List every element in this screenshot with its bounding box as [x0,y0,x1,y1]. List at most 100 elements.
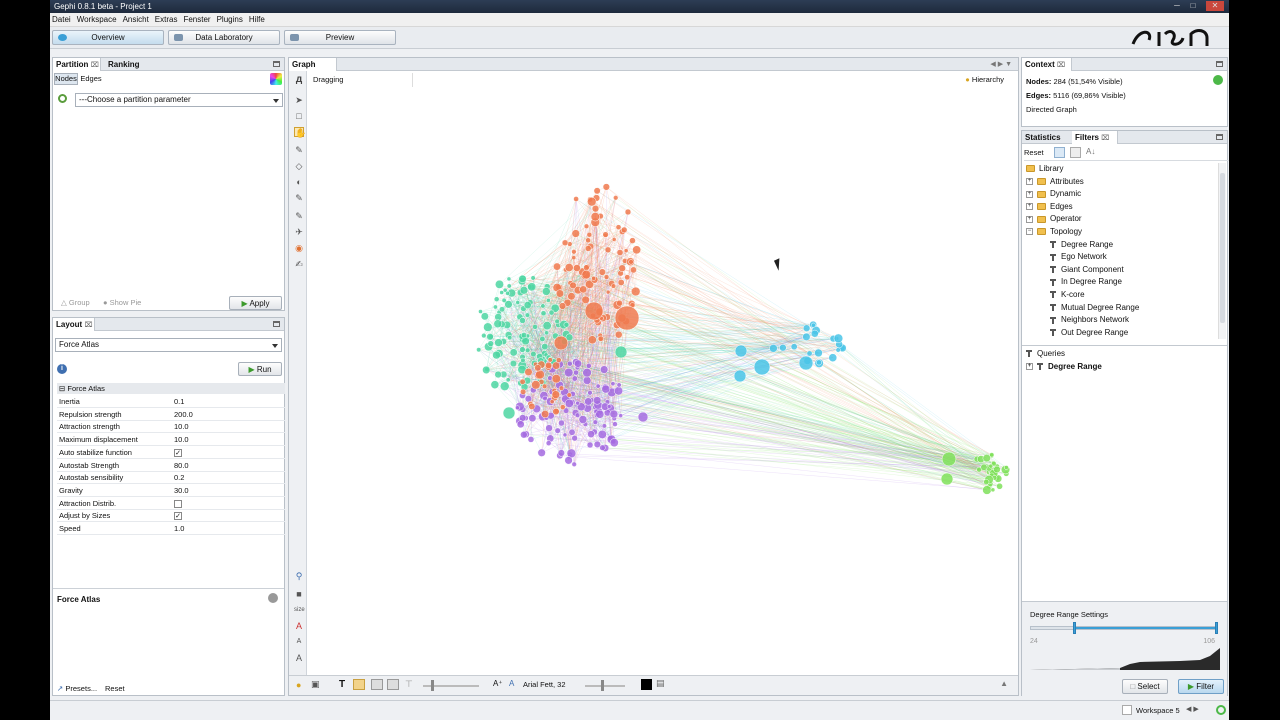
graph-node[interactable] [531,380,541,390]
graph-node[interactable] [585,237,591,244]
graph-node[interactable] [558,419,565,427]
light-icon[interactable]: ● [296,680,301,690]
graph-node[interactable] [628,259,634,265]
graph-node[interactable] [587,430,595,438]
graph-node[interactable] [541,410,550,419]
graph-node[interactable] [614,345,628,359]
expand-icon[interactable]: + [1026,190,1033,198]
library-scrollbar[interactable] [1218,163,1226,339]
drag-tool-icon[interactable]: ✋ [294,127,306,138]
camera-icon[interactable]: ▣ [311,679,320,690]
graph-node[interactable] [587,390,593,396]
graph-node[interactable] [581,295,590,304]
graph-node[interactable] [733,369,747,383]
minimize-panel-icon[interactable] [1216,61,1223,67]
property-value[interactable]: 0.2 [174,472,184,484]
graph-node[interactable] [779,344,787,352]
graph-node[interactable] [605,289,611,295]
property-row[interactable]: Auto stabilize function ✓ [57,447,285,459]
menu-datei[interactable]: Datei [50,13,75,27]
tree-category[interactable]: − Topology [1026,226,1082,238]
graph-node[interactable] [515,405,520,411]
minimize-panel-icon[interactable] [1216,134,1223,140]
graph-node[interactable] [519,286,529,295]
graph-node[interactable] [810,322,816,328]
graph-node[interactable] [631,286,641,297]
info-icon[interactable]: i [57,364,67,374]
graph-node[interactable] [486,333,494,341]
graph-node[interactable] [571,375,578,382]
tab-ranking[interactable]: Ranking [105,58,151,71]
tree-filter-item[interactable]: Mutual Degree Range [1050,302,1139,314]
properties-section-header[interactable]: ⊟ Force Atlas [57,383,285,394]
graph-node[interactable] [587,335,597,345]
graph-node[interactable] [520,431,528,439]
graph-node[interactable] [593,440,601,448]
property-row[interactable]: Attraction strength 10.0 [57,421,285,434]
reset-layout-button[interactable]: Reset [105,684,125,693]
graph-node[interactable] [590,212,600,222]
graph-node[interactable] [520,357,526,364]
property-row[interactable]: Inertia 0.1 [57,396,285,408]
graph-node[interactable] [802,324,811,332]
graph-node[interactable] [802,332,811,341]
graph-node[interactable] [528,402,536,410]
tree-category[interactable]: + Attributes [1026,176,1084,188]
graph-node[interactable] [603,274,610,280]
graph-node[interactable] [940,472,954,486]
graph-node[interactable] [553,262,561,271]
graph-node[interactable] [620,226,628,234]
property-row[interactable]: Attraction Distrib. [57,498,285,510]
graph-node[interactable] [593,396,602,405]
graph-node[interactable] [595,383,601,389]
graph-node[interactable] [519,414,527,422]
graph-node[interactable] [494,338,503,347]
run-button[interactable]: ▶ Run [238,362,282,376]
show-pie-toggle[interactable]: ● Show Pie [103,298,141,307]
graph-node[interactable] [623,248,629,253]
graph-node[interactable] [518,274,527,283]
graph-node[interactable] [983,478,990,485]
graph-node[interactable] [616,299,623,307]
graph-node[interactable] [571,249,577,255]
graph-node[interactable] [624,274,631,281]
graph-node[interactable] [609,409,619,419]
graph-node[interactable] [810,329,819,338]
tree-filter-item[interactable]: K-core [1050,289,1085,301]
graph-node[interactable] [567,360,573,367]
filter-view-icon[interactable] [1054,147,1065,158]
minimize-icon[interactable]: ─ [1170,1,1184,11]
graph-node[interactable] [541,343,549,351]
size-mode-icon[interactable]: ⊤ [405,679,413,690]
graph-node[interactable] [988,463,994,469]
graph-node[interactable] [598,268,606,276]
range-min-handle[interactable] [1073,622,1076,634]
layout-algorithm-dropdown[interactable]: Force Atlas [55,338,282,352]
graph-node[interactable] [806,350,813,357]
property-checkbox[interactable]: ✓ [174,448,182,457]
graph-node[interactable] [816,359,822,366]
expand-icon[interactable]: + [1026,215,1033,223]
more-settings-icon[interactable]: ▤ [656,678,665,689]
shortest-path-icon[interactable]: ✈ [294,227,304,237]
select-button[interactable]: □ Select [1122,679,1168,694]
pencil-icon[interactable]: ✎ [294,145,304,155]
graph-node[interactable] [582,376,592,385]
graph-node[interactable] [980,463,988,471]
graph-node[interactable] [637,411,649,423]
graph-node[interactable] [753,358,771,376]
menu-fenster[interactable]: Fenster [181,13,214,27]
presets-button[interactable]: ↗ Presets... [57,684,97,693]
graph-canvas[interactable]: Dragging ● Hierarchy [307,71,1018,675]
graph-node[interactable] [492,350,501,360]
tab-graph[interactable]: Graph ⌧ [289,58,337,82]
graph-node[interactable] [604,246,612,254]
size-icon[interactable]: size [294,605,305,615]
graph-node[interactable] [519,317,526,324]
label-size-slider[interactable] [423,680,479,691]
graph-node[interactable] [568,428,576,436]
graph-node[interactable] [540,303,546,309]
graph-node[interactable] [541,383,548,389]
property-row[interactable]: Gravity 30.0 [57,485,285,497]
graph-node[interactable] [553,335,569,351]
